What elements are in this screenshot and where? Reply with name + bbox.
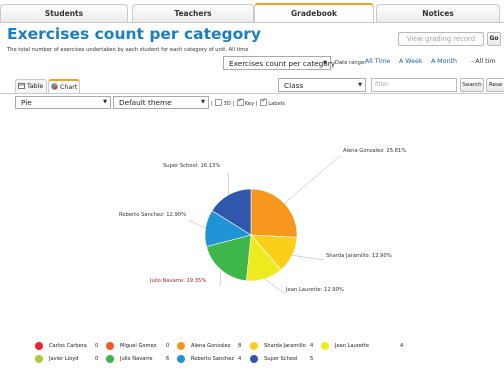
- legend-value: 0: [95, 343, 99, 349]
- legend-name: Super School: [264, 356, 298, 362]
- legend-name: Javier Lloyd: [49, 356, 79, 362]
- legend-color-dot: [177, 342, 185, 350]
- class-select[interactable]: Class ▼: [278, 78, 366, 92]
- pie-leader-line: [264, 278, 286, 295]
- legend-value: 4: [238, 356, 242, 362]
- tab-notices[interactable]: Notices: [376, 4, 500, 22]
- legend-color-dot: [35, 342, 43, 350]
- pie-label: Julio Navarre: 19.35%: [150, 278, 207, 284]
- legend-value: 4: [400, 343, 404, 349]
- pie-label: Alena Gonzalez: 25.81%: [343, 148, 407, 154]
- reset-button[interactable]: Rese: [486, 78, 504, 92]
- legend-value: 6: [166, 356, 170, 362]
- pie-leader-line: [187, 219, 206, 229]
- legend-name: Sharda Jaramillo: [264, 343, 306, 349]
- dropdown-arrow-icon: ▼: [358, 82, 362, 88]
- theme-value: Default theme: [119, 98, 172, 107]
- filter-input[interactable]: filter: [371, 78, 457, 92]
- pie-label: Roberto Sanchez: 12.90%: [119, 212, 187, 218]
- legend-color-dot: [250, 355, 258, 363]
- pie-chart-icon: [51, 83, 58, 90]
- legend-name: Miguel Gomez: [120, 343, 157, 349]
- legend-color-dot: [250, 342, 258, 350]
- legend-value: 5: [310, 356, 314, 362]
- dropdown-arrow-icon: ▼: [103, 99, 107, 105]
- legend-name: Carlos Carbera: [49, 343, 87, 349]
- go-button[interactable]: Go: [487, 32, 501, 46]
- main-tabs: Students Teachers Gradebook Notices: [0, 0, 504, 23]
- pie-leader-line: [284, 155, 341, 204]
- legend-color-dot: [106, 355, 114, 363]
- pie-label: Jean Laurette: 12.90%: [286, 287, 344, 293]
- divider: [0, 93, 504, 94]
- legend-name: Alena Gonzalez: [191, 343, 231, 349]
- pie-label: Super School: 16.13%: [163, 163, 221, 169]
- legend-name: Roberto Sanchez: [191, 356, 235, 362]
- page-title: Exercises count per category: [7, 25, 262, 43]
- class-select-value: Class: [284, 81, 304, 90]
- legend-value: 0: [95, 356, 99, 362]
- legend-color-dot: [321, 342, 329, 350]
- pie-leader-line: [219, 269, 222, 287]
- view-grading-record-button[interactable]: View grading record: [398, 32, 484, 46]
- date-all-time-link[interactable]: All Time: [365, 58, 390, 65]
- tab-table[interactable]: Table: [15, 79, 47, 93]
- date-range-current: - All tim: [471, 58, 496, 65]
- tab-chart-label: Chart: [60, 84, 78, 91]
- pie-leader-line: [227, 171, 229, 195]
- legend-color-dot: [106, 342, 114, 350]
- pie-label: Sharda Jaramillo: 12.90%: [326, 253, 392, 259]
- theme-select[interactable]: Default theme ▼: [113, 96, 209, 109]
- 3d-checkbox[interactable]: [215, 99, 223, 106]
- labels-checkbox[interactable]: [260, 97, 268, 106]
- legend-color-dot: [35, 355, 43, 363]
- search-button[interactable]: Search: [460, 78, 484, 92]
- legend-value: 8: [238, 343, 242, 349]
- table-icon: [18, 83, 25, 89]
- chart-options: | 3D | Key | Labels: [211, 97, 285, 107]
- tab-teachers[interactable]: Teachers: [132, 4, 254, 22]
- dropdown-arrow-icon: ▼: [201, 99, 205, 105]
- legend-name: Jean Laurette: [335, 343, 370, 349]
- key-checkbox[interactable]: [236, 97, 244, 106]
- legend-name: Julio Navarre: [120, 356, 153, 362]
- tab-chart[interactable]: Chart: [48, 79, 80, 93]
- tab-table-label: Table: [27, 83, 44, 90]
- tab-students[interactable]: Students: [0, 4, 128, 22]
- dropdown-arrow-icon: ▼: [323, 60, 327, 66]
- tab-gradebook[interactable]: Gradebook: [254, 3, 374, 22]
- report-select-value: Exercises count per category: [229, 59, 336, 68]
- date-month-link[interactable]: A Month: [431, 58, 457, 65]
- legend-color-dot: [177, 355, 185, 363]
- chart-type-value: Pie: [21, 98, 32, 107]
- report-select[interactable]: Exercises count per category ▼: [223, 56, 335, 70]
- chart-type-select[interactable]: Pie ▼: [15, 96, 111, 109]
- page-subtitle: The total number of exercises undertaken…: [7, 47, 249, 53]
- pie-chart: [187, 155, 341, 295]
- legend-value: 0: [166, 343, 170, 349]
- date-range-label: Date range:: [335, 60, 366, 66]
- pie-slice-alena-gonzalez[interactable]: [250, 188, 298, 238]
- date-week-link[interactable]: A Week: [399, 58, 423, 65]
- pie-leader-line: [292, 255, 325, 261]
- legend-value: 4: [310, 343, 314, 349]
